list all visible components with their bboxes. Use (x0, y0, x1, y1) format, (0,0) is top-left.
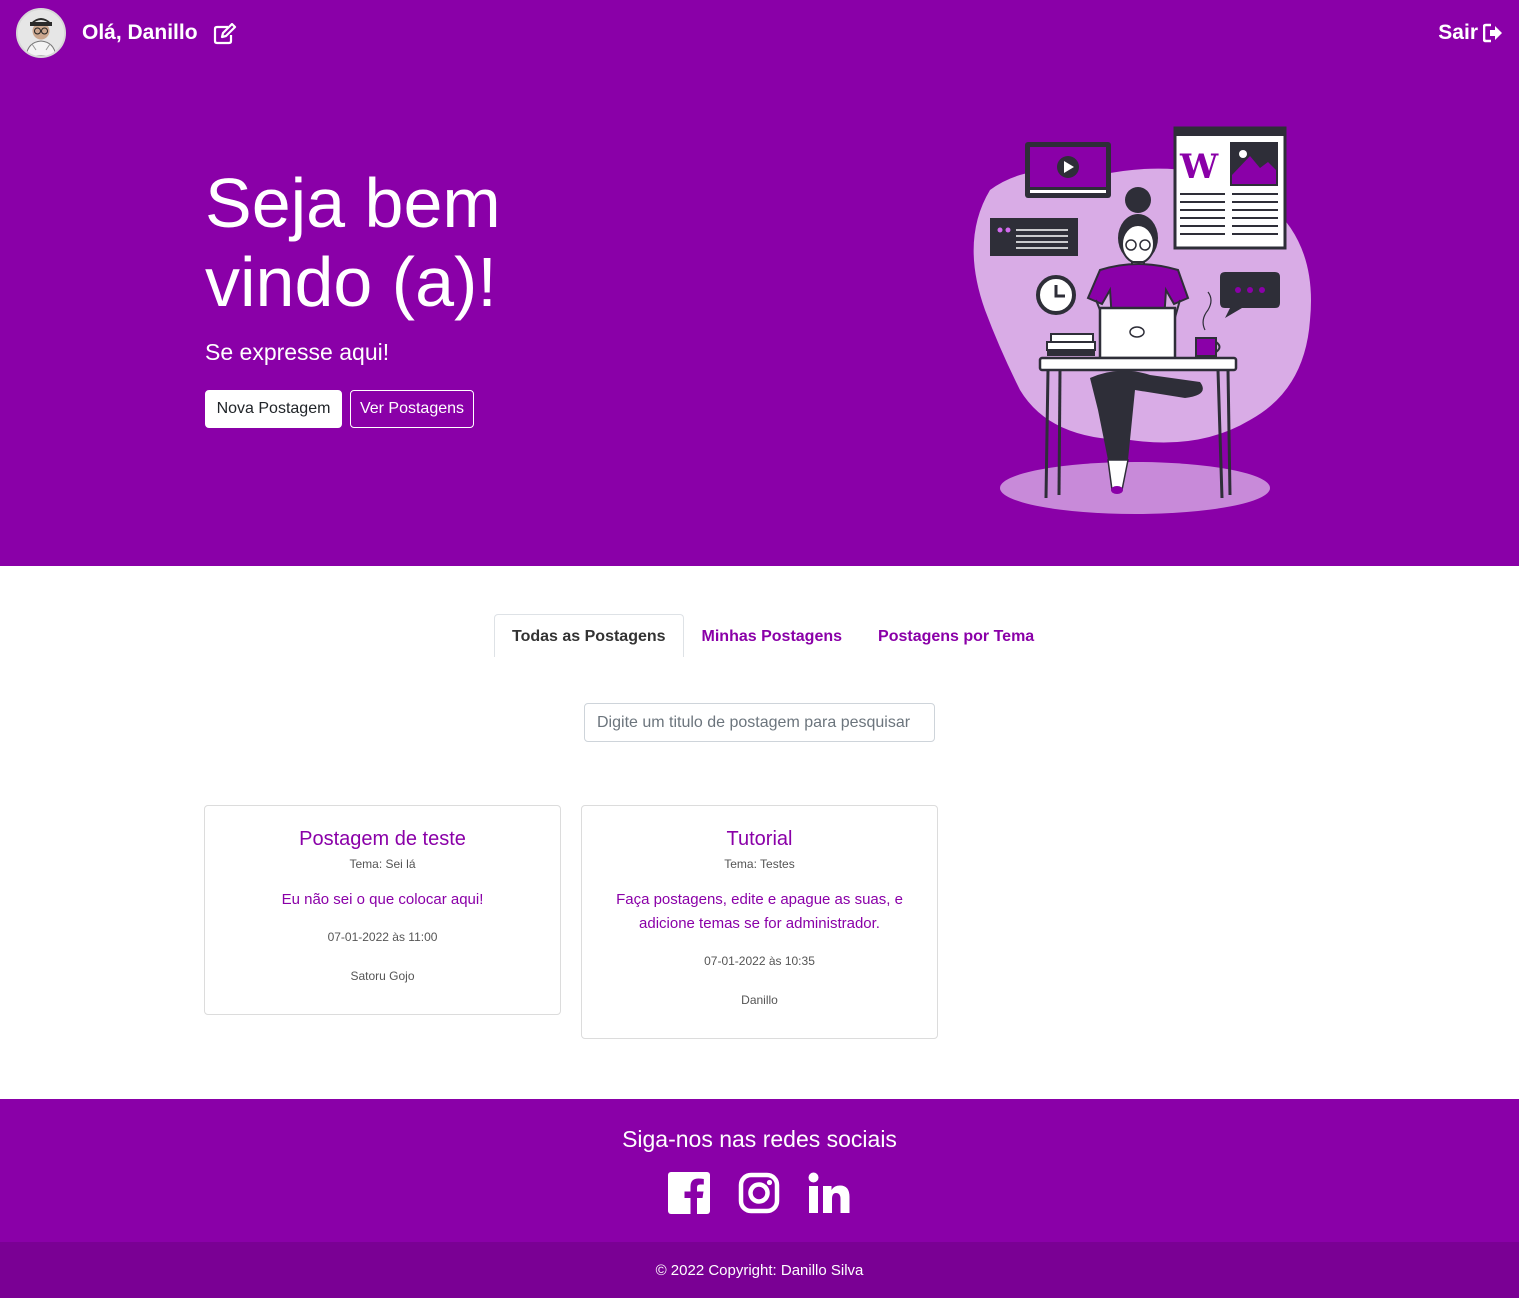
linkedin-icon[interactable] (808, 1172, 850, 1214)
tab-all-posts[interactable]: Todas as Postagens (494, 614, 684, 657)
logout-button[interactable]: Sair (1438, 21, 1503, 45)
sign-out-icon (1483, 23, 1502, 43)
post-date: 07-01-2022 às 10:35 (704, 954, 815, 968)
facebook-icon[interactable] (668, 1172, 710, 1214)
pencil-square-icon[interactable] (213, 23, 237, 45)
post-title: Tutorial (726, 828, 793, 850)
hero-section: Olá, Danillo Sair Seja bem vindo (a)! Se… (0, 0, 1519, 566)
user-avatar (18, 10, 64, 56)
see-posts-button[interactable]: Ver Postagens (350, 390, 474, 428)
tab-posts-by-theme[interactable]: Postagens por Tema (860, 614, 1052, 657)
hero-title: Seja bem vindo (a)! (205, 164, 501, 322)
navbar: Olá, Danillo Sair (0, 0, 1519, 68)
post-theme: Tema: Sei lá (349, 857, 416, 871)
search-input[interactable] (584, 703, 935, 742)
post-card[interactable]: Tutorial Tema: Testes Faça postagens, ed… (581, 805, 938, 1039)
posts-tabs: Todas as Postagens Minhas Postagens Post… (494, 614, 1052, 657)
post-author: Danillo (741, 993, 778, 1007)
tab-my-posts[interactable]: Minhas Postagens (684, 614, 860, 657)
post-date: 07-01-2022 às 11:00 (327, 930, 438, 944)
post-theme: Tema: Testes (724, 857, 795, 871)
copyright-bar: © 2022 Copyright: Danillo Silva (0, 1242, 1519, 1298)
post-text: Faça postagens, edite e apague as suas, … (616, 891, 903, 932)
footer: Siga-nos nas redes sociais (0, 1099, 1519, 1242)
copyright-text: © 2022 Copyright: Danillo Silva (655, 1262, 864, 1279)
new-post-button[interactable]: Nova Postagem (205, 390, 342, 428)
hero-subtitle: Se expresse aqui! (205, 339, 390, 365)
logout-label: Sair (1438, 21, 1478, 44)
post-author: Satoru Gojo (350, 969, 415, 983)
post-card[interactable]: Postagem de teste Tema: Sei lá Eu não se… (204, 805, 561, 1015)
instagram-icon[interactable] (738, 1172, 780, 1214)
footer-title: Siga-nos nas redes sociais (622, 1126, 897, 1152)
svg-text:W: W (1179, 147, 1219, 187)
post-title: Postagem de teste (299, 828, 466, 850)
post-text: Eu não sei o que colocar aqui! (281, 891, 484, 908)
woman-laptop-illustration: W (973, 126, 1311, 514)
user-greeting: Olá, Danillo (82, 21, 198, 44)
avatar[interactable] (16, 8, 66, 58)
